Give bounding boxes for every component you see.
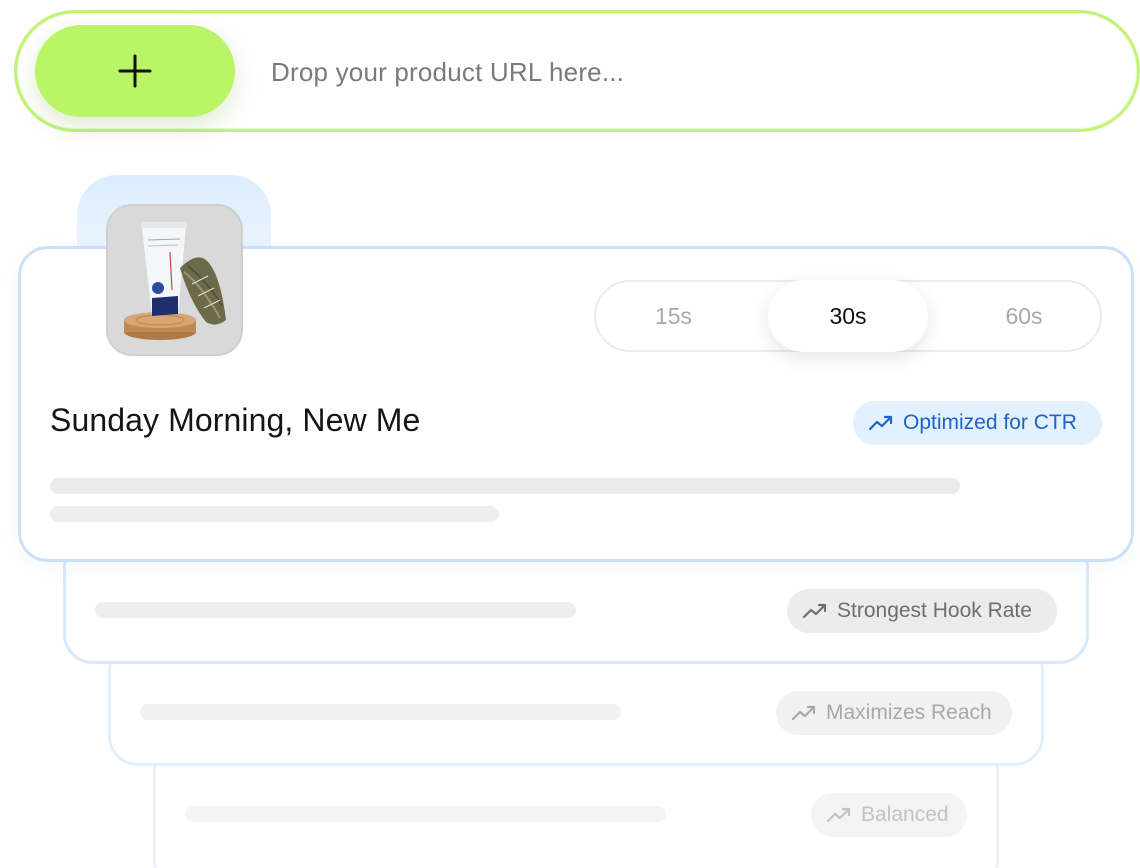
- product-image: [108, 206, 241, 354]
- trending-up-icon: [827, 807, 851, 823]
- skeleton-line: [140, 704, 621, 720]
- trending-up-icon: [792, 705, 816, 721]
- skeleton-line: [95, 602, 576, 618]
- skeleton-line: [50, 478, 960, 494]
- add-url-button[interactable]: [35, 25, 235, 117]
- skeleton-line: [185, 806, 666, 822]
- product-thumbnail: [106, 204, 243, 356]
- product-url-bar: [14, 10, 1140, 132]
- badge-strongest-hook-rate: Strongest Hook Rate: [787, 589, 1057, 633]
- badge-label: Strongest Hook Rate: [837, 599, 1032, 622]
- badge-balanced: Balanced: [811, 793, 967, 837]
- duration-option-60s[interactable]: 60s: [944, 282, 1104, 350]
- product-url-input[interactable]: [271, 45, 1031, 99]
- duration-option-30s[interactable]: 30s: [768, 280, 928, 352]
- badge-label: Balanced: [861, 803, 949, 826]
- plus-icon: [118, 54, 152, 88]
- trending-up-icon: [803, 603, 827, 619]
- badge-label: Optimized for CTR: [903, 411, 1077, 434]
- trending-up-icon: [869, 415, 893, 431]
- ad-title: Sunday Morning, New Me: [50, 402, 421, 438]
- badge-optimized-ctr: Optimized for CTR: [853, 401, 1102, 445]
- duration-selector: 15s 30s 60s: [594, 280, 1102, 352]
- stage: 15s 30s 60s Sunday Morning, New Me Optim…: [0, 0, 1140, 868]
- badge-label: Maximizes Reach: [826, 701, 992, 724]
- badge-maximizes-reach: Maximizes Reach: [776, 691, 1012, 735]
- duration-option-15s[interactable]: 15s: [596, 282, 751, 350]
- skeleton-line: [50, 506, 499, 522]
